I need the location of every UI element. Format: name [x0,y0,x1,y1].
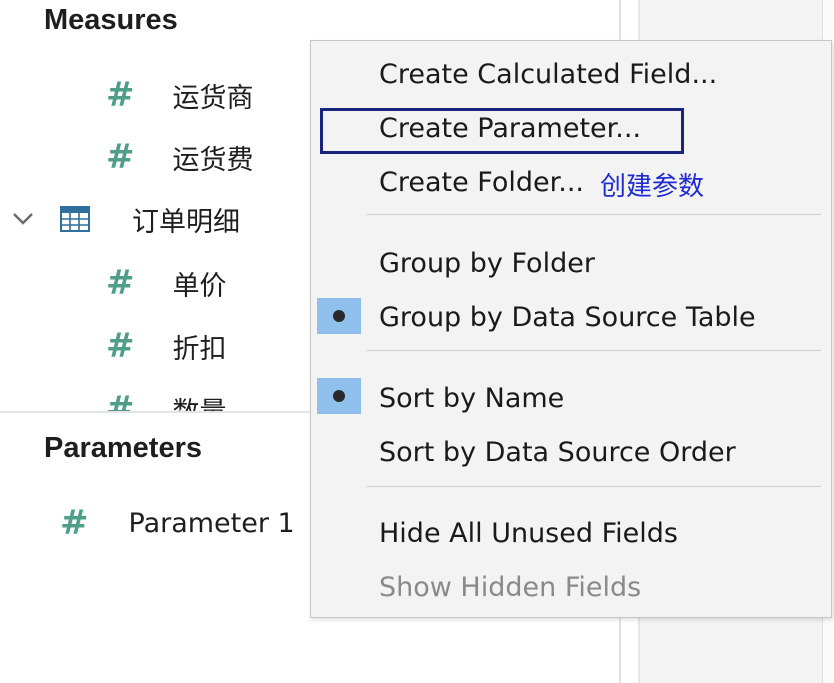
measure-hash-icon: # [106,75,135,115]
menu-item-group-by-data-source-table[interactable]: Group by Data Source Table [379,298,756,338]
parameters-title: Parameters [44,432,202,464]
field-item[interactable]: # 单价 [106,258,227,308]
menu-separator [367,214,821,215]
measure-hash-icon: # [106,263,135,303]
table-group-label: 订单明细 [132,206,240,238]
field-item[interactable]: # 折扣 [106,321,227,371]
radio-dot-icon [333,310,345,322]
field-item[interactable]: # 运货商 [106,70,254,120]
menu-item-create-folder[interactable]: Create Folder... [379,163,584,203]
field-label: 单价 [172,270,227,302]
field-label: 数量 [173,390,227,412]
menu-item-show-hidden-fields: Show Hidden Fields [379,572,642,603]
table-group-row[interactable]: 订单明细 [12,194,240,244]
parameter-item[interactable]: # Parameter 1 [60,498,295,548]
highlight-box [320,108,684,154]
field-label: 运货商 [172,82,254,114]
measure-hash-icon: # [106,326,135,366]
parameter-label: Parameter 1 [128,507,295,539]
checkmark-indicator [317,378,361,414]
field-label: 运货费 [172,144,254,176]
menu-separator [367,486,821,487]
menu-item-hide-all-unused-fields[interactable]: Hide All Unused Fields [379,514,678,554]
field-label: 折扣 [172,333,227,365]
menu-item-create-calculated-field[interactable]: Create Calculated Field... [379,55,717,95]
menu-item-sort-by-name[interactable]: Sort by Name [379,379,564,419]
parameter-hash-icon: # [60,503,89,543]
menu-item-group-by-folder[interactable]: Group by Folder [379,244,595,284]
menu-item-sort-by-data-source-order[interactable]: Sort by Data Source Order [379,433,736,473]
chevron-down-icon[interactable] [12,207,34,232]
menu-separator [367,350,821,351]
radio-dot-icon [333,390,345,402]
measure-hash-icon: # [106,389,135,411]
checkmark-indicator [317,298,361,334]
measure-hash-icon: # [106,137,135,177]
field-item[interactable]: # 运货费 [106,132,254,182]
measures-title: Measures [44,4,178,36]
annotation-label: 创建参数 [600,172,705,202]
table-icon [60,206,90,232]
field-item[interactable]: # 数量 [106,384,227,411]
